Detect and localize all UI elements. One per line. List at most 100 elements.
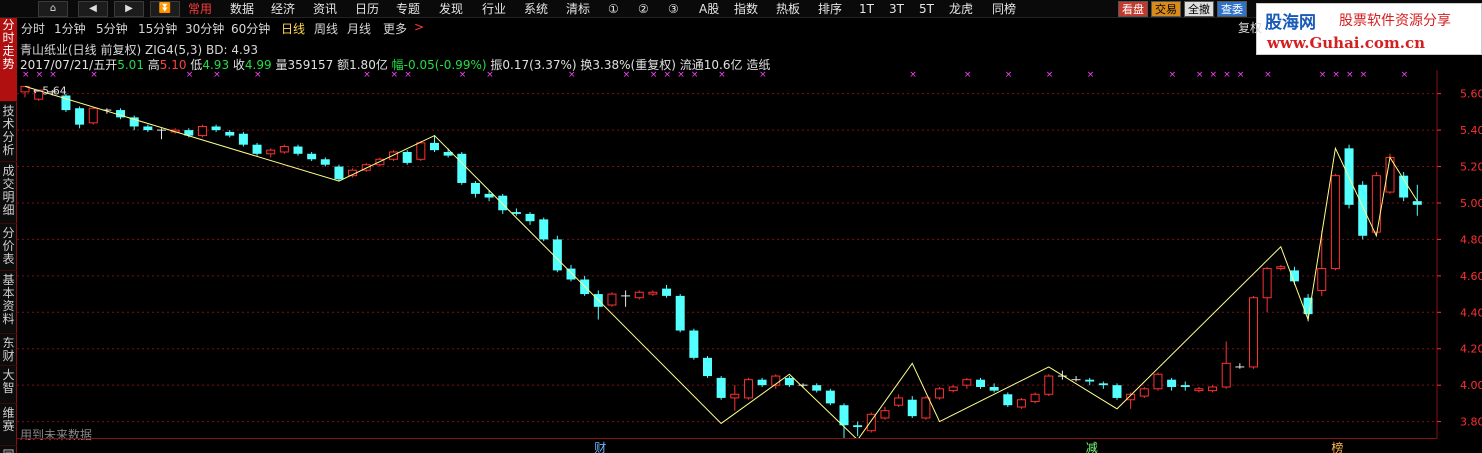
period-tab[interactable]: 月线 [347, 20, 371, 37]
candle-body-down [825, 390, 835, 404]
menu-item[interactable]: 资讯 [313, 1, 337, 17]
left-sidebar: 分时走势技术分析成交明细分价表基本资料东财大智维赛同 [0, 18, 17, 453]
period-tab[interactable]: 1分钟 [54, 20, 86, 37]
menu-item[interactable]: 经济 [271, 1, 295, 17]
sidebar-tab[interactable]: 维赛 [0, 406, 17, 446]
menu-item[interactable]: 1T [859, 1, 874, 17]
menu-item[interactable]: 热板 [776, 1, 800, 17]
signal-marker: × [1319, 70, 1327, 80]
high-price-label: ←5.64 [33, 84, 67, 97]
signal-marker: × [1223, 70, 1231, 80]
menu-item[interactable]: 系统 [524, 1, 548, 17]
candle-body-up [1371, 175, 1381, 233]
menu-item[interactable]: ③ [668, 1, 679, 17]
candle-body-down [853, 425, 863, 428]
query-orders-button[interactable]: 查委 [1217, 1, 1247, 17]
candle-body-down [689, 330, 699, 358]
period-tab[interactable]: 分时 [21, 20, 45, 37]
candle-body-up [1044, 375, 1054, 395]
period-tab[interactable]: 日线 [281, 20, 305, 37]
candle-body-down [293, 146, 303, 154]
expand-down-icon[interactable]: ⏬ [150, 1, 180, 17]
menu-item[interactable]: 日历 [355, 1, 379, 17]
signal-marker: × [1332, 70, 1340, 80]
menu-item[interactable]: ① [608, 1, 619, 17]
event-marker[interactable]: 财 [592, 439, 608, 453]
signal-marker: × [1005, 70, 1013, 80]
event-marker[interactable]: 减 [1084, 439, 1100, 453]
candle-body-down [539, 219, 549, 240]
stock-name[interactable]: 青山纸业(日线 前复权) [20, 43, 141, 57]
sidebar-tab[interactable]: 技术分析 [0, 104, 17, 162]
event-marker-strip: 财减榜 [17, 438, 1437, 453]
signal-marker: × [664, 70, 672, 80]
period-tab[interactable]: 周线 [314, 20, 338, 37]
menu-item[interactable]: 龙虎 [949, 1, 973, 17]
candle-body-up [948, 386, 958, 392]
candle-body-down [143, 126, 153, 131]
candle-body-down [552, 239, 562, 271]
candle-body-down [211, 126, 221, 131]
signal-marker: × [486, 70, 494, 80]
menu-item[interactable]: 3T [889, 1, 904, 17]
cancel-all-button[interactable]: 全撤 [1184, 1, 1214, 17]
signal-marker: × [1346, 70, 1354, 80]
menu-item[interactable]: 同榜 [992, 1, 1016, 17]
candle-body-down [307, 153, 317, 160]
candle-body-up [266, 149, 276, 155]
signal-marker: × [1210, 70, 1218, 80]
candle-body-down [1412, 201, 1422, 205]
back-arrow-icon[interactable]: ◀ [78, 1, 108, 17]
menu-item[interactable]: 专题 [396, 1, 420, 17]
sidebar-tab[interactable]: 分时走势 [0, 18, 17, 102]
period-tab[interactable]: 15分钟 [138, 20, 177, 37]
watch-button[interactable]: 看盘 [1118, 1, 1148, 17]
more-arrow-icon[interactable]: > [414, 20, 424, 34]
candle-body-down [662, 288, 672, 296]
candle-body-down [498, 195, 508, 211]
trade-button[interactable]: 交易 [1151, 1, 1181, 17]
y-tick-label: 4.20 [1460, 343, 1482, 356]
menu-item[interactable]: ② [638, 1, 649, 17]
candle-body-down [525, 213, 535, 222]
candle-body-up [921, 397, 931, 419]
signal-marker: × [650, 70, 658, 80]
signal-marker: × [363, 70, 371, 80]
sidebar-tab[interactable]: 成交明细 [0, 164, 17, 224]
menu-item[interactable]: 5T [919, 1, 934, 17]
period-tab[interactable]: 60分钟 [231, 20, 270, 37]
y-tick-label: 5.40 [1460, 124, 1482, 137]
candle-body-up [88, 107, 98, 124]
period-tab[interactable]: 30分钟 [185, 20, 224, 37]
sidebar-tab[interactable]: 大智 [0, 368, 17, 404]
signal-marker: × [691, 70, 699, 80]
period-tab[interactable]: 更多 [383, 20, 407, 37]
menu-item[interactable]: 发现 [439, 1, 463, 17]
candle-body-down [566, 268, 576, 280]
sidebar-tab[interactable]: 东财 [0, 336, 17, 366]
menu-item[interactable]: 常用 [188, 1, 212, 17]
watermark-subtitle: 股票软件资源分享 [1339, 13, 1451, 29]
menu-item[interactable]: 指数 [734, 1, 758, 17]
menu-item[interactable]: A股 [699, 1, 719, 17]
menu-item[interactable]: 清标 [566, 1, 590, 17]
signal-marker: × [568, 70, 576, 80]
forward-arrow-icon[interactable]: ▶ [114, 1, 144, 17]
restore-price-button[interactable]: 复权 [1238, 19, 1262, 36]
menu-item[interactable]: 行业 [482, 1, 506, 17]
home-icon[interactable]: ⌂ [38, 1, 68, 17]
menu-item[interactable]: 排序 [818, 1, 842, 17]
signal-marker: × [623, 70, 631, 80]
candlestick-chart[interactable]: 5.60 5.40 5.20 5.00 4.80 4.60 4.40 4.20 4.00 3.80… [17, 70, 1482, 438]
event-marker[interactable]: 榜 [1329, 439, 1345, 453]
sidebar-tab[interactable]: 基本资料 [0, 273, 17, 334]
candle-body-up [279, 146, 289, 153]
candle-body-up [1030, 393, 1040, 403]
indicator-name[interactable]: ZIG4(5,3) [145, 43, 202, 57]
candle-body-up [197, 125, 207, 137]
sidebar-tab[interactable]: 分价表 [0, 226, 17, 271]
signal-marker: × [1046, 70, 1054, 80]
period-tab[interactable]: 5分钟 [96, 20, 128, 37]
sidebar-tab[interactable]: 同 [0, 448, 17, 453]
menu-item[interactable]: 数据 [230, 1, 254, 17]
